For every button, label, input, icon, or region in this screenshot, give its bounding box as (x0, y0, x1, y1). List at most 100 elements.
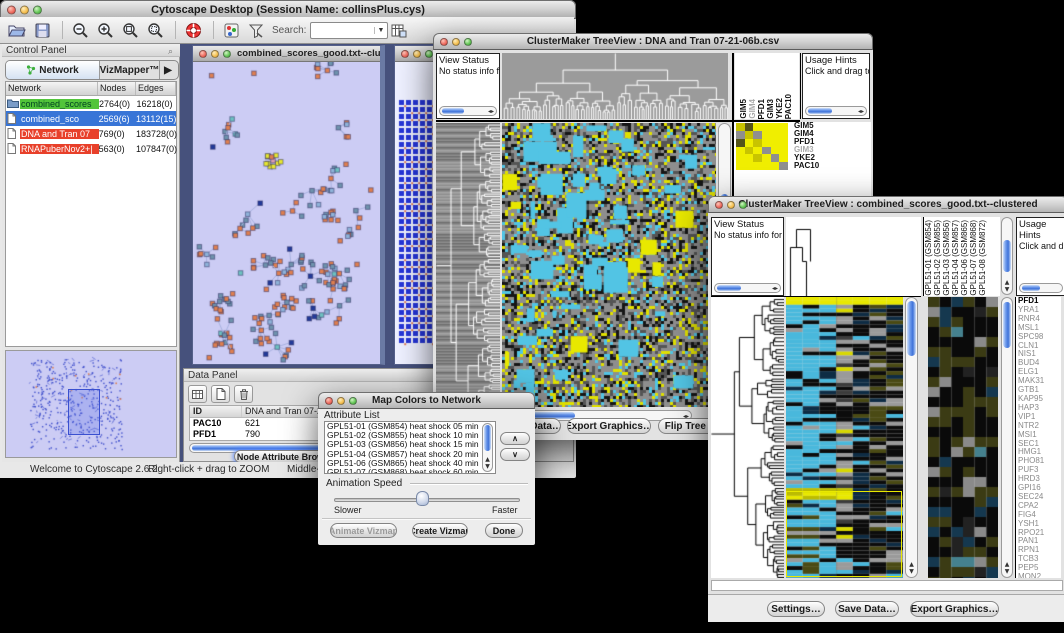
search-dropdown-arrow[interactable]: ▼ (374, 27, 388, 34)
zoom-in-icon[interactable] (94, 20, 116, 40)
zoom-button[interactable] (223, 50, 231, 58)
view-status-scrollbar[interactable]: ◂▸ (439, 106, 497, 116)
row-dendrogram[interactable] (436, 123, 500, 407)
new-attribute-icon[interactable] (211, 385, 230, 403)
zoom-button[interactable] (349, 397, 357, 405)
attribute-list[interactable]: GPL51-01 (GSM854) heat shock 05 minGPL51… (324, 421, 496, 474)
minimize-button[interactable] (413, 50, 421, 58)
column-label: GPL51-01 (GSM854) (924, 220, 933, 296)
network-view-frame[interactable]: combined_scores_good.txt--cluste... (192, 45, 385, 365)
mini-heatmap-cell (771, 131, 780, 139)
gene-label[interactable]: MON2 (1018, 573, 1061, 578)
slider-max-label: Faster (492, 505, 518, 515)
network-nodes-count: 2764(0) (99, 99, 137, 109)
column-label: PFD1 (757, 99, 766, 119)
export-graphics--button[interactable]: Export Graphics… (910, 601, 999, 617)
minimize-button[interactable] (211, 50, 219, 58)
move-up-button[interactable]: ∧ (500, 432, 530, 445)
select-attributes-icon[interactable] (188, 385, 207, 403)
tab-vizmapper[interactable]: VizMapper™ (100, 61, 160, 79)
gene-name-list[interactable]: PFD1YRA1RNR4MSL1SPC98CLN1NIS1BUD4ELG1MAK… (1015, 297, 1061, 578)
save-data--button[interactable]: Save Data… (835, 601, 899, 617)
mini-heatmap-cell (762, 139, 771, 147)
column-dendrogram[interactable] (502, 53, 728, 119)
treeview2-buttonbar: Settings… Save Data… Export Graphics… (708, 594, 1064, 622)
network-overview-panel[interactable] (5, 350, 177, 458)
treeview1-titlebar[interactable]: ClusterMaker TreeView : DNA and Tran 07-… (433, 33, 873, 50)
network-tree-row[interactable]: combined_sco2569(6)13112(15) (6, 111, 176, 126)
close-button[interactable] (199, 50, 207, 58)
heatmap-vscrollbar[interactable]: ▲▼ (905, 297, 918, 578)
view-status-scrollbar[interactable]: ◂▸ (714, 283, 781, 293)
minimize-button[interactable] (20, 5, 29, 14)
global-view-heatmap[interactable] (928, 297, 998, 578)
mini-heatmap-gene-labels: GIM5GIM4PFD1GIM3YKE2PAC10 (794, 122, 819, 169)
zoom-selected-region-icon[interactable] (144, 20, 166, 40)
column-dendrogram[interactable] (786, 217, 921, 296)
column-label: YKE2 (775, 98, 784, 119)
zoom-button[interactable] (464, 38, 472, 46)
close-button[interactable] (7, 5, 16, 14)
close-button[interactable] (325, 397, 333, 405)
column-labels-scrollbar[interactable]: ▲▼ (1001, 217, 1013, 295)
mini-heatmap[interactable] (736, 123, 788, 170)
delete-attribute-trash-icon[interactable] (234, 385, 253, 403)
tab-network[interactable]: Network (6, 61, 100, 79)
network-tree-row[interactable]: combined_scores2764(0)16218(0) (6, 96, 176, 111)
window-controls (7, 5, 42, 14)
treeview-window-combined: ClusterMaker TreeView : combined_scores_… (708, 196, 1064, 621)
row-dendrogram[interactable] (711, 297, 784, 578)
zoom-button[interactable] (33, 5, 42, 14)
network-edges-count: 13112(15) (136, 114, 176, 124)
attribute-list-scrollbar[interactable]: ▲▼ (482, 423, 493, 472)
row-id-cell: PAC10 (190, 418, 242, 429)
close-button[interactable] (401, 50, 409, 58)
row-id-cell: PFD1 (190, 429, 242, 440)
zoom-button[interactable] (739, 201, 747, 209)
filter-funnel-icon[interactable] (245, 20, 267, 40)
heatmap-main[interactable] (502, 123, 716, 407)
network-graph-canvas[interactable] (193, 62, 379, 364)
mini-heatmap-cell (745, 139, 754, 147)
create-vizmap-button[interactable]: Create Vizmap (412, 523, 468, 538)
export-graphics--button[interactable]: Export Graphics… (567, 418, 651, 434)
minimize-button[interactable] (727, 201, 735, 209)
column-labels: GIM5GIM4PFD1GIM3YKE2PAC10 (735, 53, 799, 119)
zoom-button[interactable] (425, 50, 433, 58)
vizmap-nodes-icon[interactable] (220, 20, 242, 40)
help-lifebuoy-icon[interactable] (182, 20, 204, 40)
usage-hints-scrollbar[interactable]: ◂▸ (805, 106, 867, 116)
network-view-titlebar[interactable]: combined_scores_good.txt--cluste... (193, 46, 380, 62)
float-panel-icon[interactable]: ⌕ (168, 46, 173, 57)
attribute-list-item[interactable]: GPL51-07 (GSM868) heat shock 60 min (327, 468, 495, 474)
network-tree-row[interactable]: RNAPuberNov2+|563(0)107847(0) (6, 141, 176, 156)
overview-viewport-rect[interactable] (68, 389, 100, 435)
save-icon[interactable] (31, 20, 53, 40)
animation-speed-slider-thumb[interactable] (416, 491, 429, 506)
zoom-fit-icon[interactable] (119, 20, 141, 40)
network-tree-row[interactable]: DNA and Tran 07769(0)183728(0) (6, 126, 176, 141)
tab-overflow-arrow[interactable]: ▶ (160, 61, 176, 79)
done-button[interactable]: Done (485, 523, 523, 538)
open-folder-icon[interactable] (6, 20, 28, 40)
minimize-button[interactable] (337, 397, 345, 405)
zoom-out-icon[interactable] (69, 20, 91, 40)
network-tab-icon (26, 65, 36, 75)
heatmap-selection-rect[interactable] (786, 491, 902, 577)
settings--button[interactable]: Settings… (767, 601, 825, 617)
close-button[interactable] (440, 38, 448, 46)
usage-hints-panel: Usage Hints Click and drag to select ◂▸ (802, 53, 870, 119)
mini-heatmap-cell (745, 123, 754, 131)
dialog-titlebar[interactable]: Map Colors to Network (318, 392, 535, 409)
usage-hints-scrollbar[interactable] (1019, 283, 1063, 293)
treeview2-titlebar[interactable]: ClusterMaker TreeView : combined_scores_… (708, 196, 1064, 213)
gene-list-scrollbar[interactable]: ▲▼ (1001, 297, 1013, 578)
column-label: GPL51-04 (GSM857) (951, 220, 960, 296)
minimize-button[interactable] (452, 38, 460, 46)
search-input[interactable]: ▼ (310, 22, 388, 39)
mini-heatmap-cell (736, 162, 745, 170)
close-button[interactable] (715, 201, 723, 209)
attribute-table-icon[interactable] (388, 20, 410, 40)
bottom-scroll-strip[interactable] (711, 580, 1063, 591)
move-down-button[interactable]: ∨ (500, 448, 530, 461)
